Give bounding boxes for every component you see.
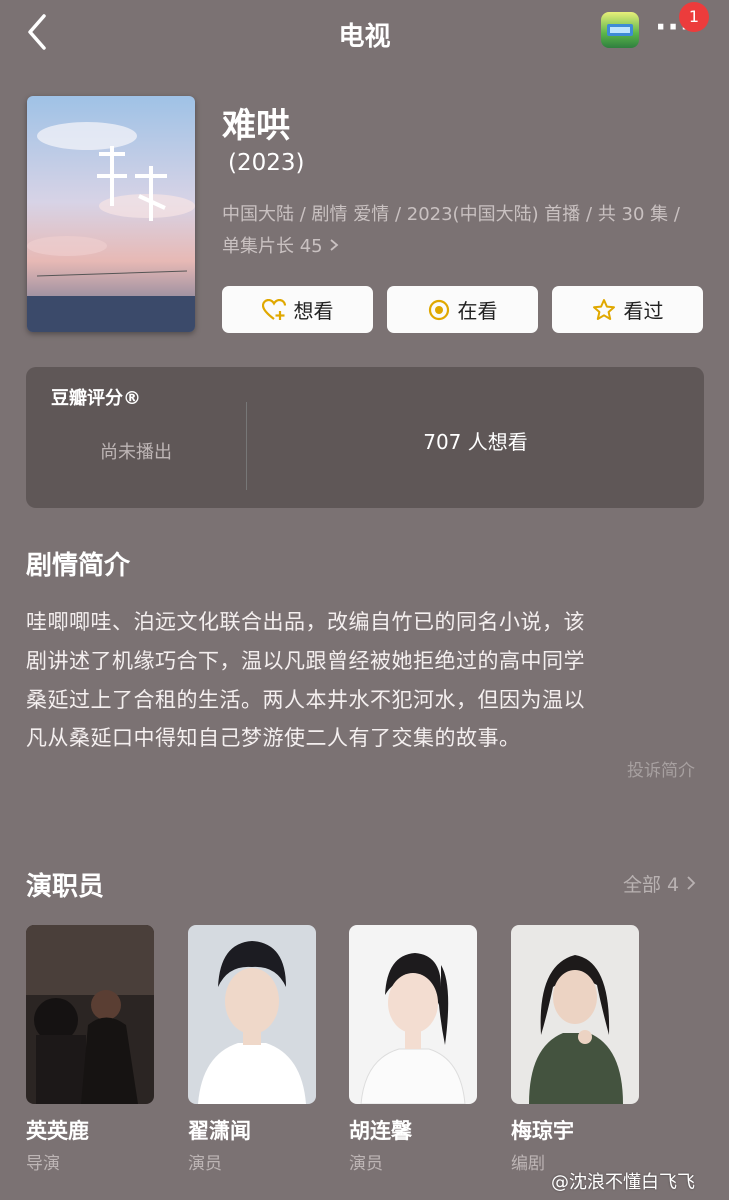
- synopsis-line: 剧讲述了机缘巧合下，温以凡跟曾经被她拒绝过的高中同学: [26, 649, 585, 673]
- cast-heading: 演职员: [26, 872, 105, 902]
- chevron-right-icon: [330, 239, 339, 251]
- cast-photo[interactable]: [26, 925, 154, 1104]
- star-icon: [592, 299, 615, 320]
- chevron-right-icon: [687, 876, 696, 890]
- watermark: @沈浪不懂白飞飞: [551, 1172, 695, 1193]
- synopsis-heading: 剧情简介: [26, 551, 131, 581]
- cast-photo[interactable]: [188, 925, 316, 1104]
- cast-name[interactable]: 英英鹿: [26, 1115, 89, 1145]
- cast-photo[interactable]: [511, 925, 639, 1104]
- want-count: 707 人想看: [423, 430, 528, 454]
- cast-role: 演员: [188, 1154, 222, 1174]
- show-title: 难哄: [222, 106, 290, 146]
- show-year: (2023): [228, 150, 305, 176]
- watching-label: 在看: [457, 299, 498, 323]
- synopsis-line: 桑延过上了合租的生活。两人本井水不犯河水，但因为温以: [26, 688, 585, 712]
- app-shortcut-icon[interactable]: [601, 12, 639, 48]
- watched-button[interactable]: 看过: [552, 286, 703, 333]
- cast-role: 演员: [349, 1154, 383, 1174]
- cast-name[interactable]: 胡连馨: [349, 1115, 412, 1145]
- show-meta: 中国大陆 / 剧情 爱情 / 2023(中国大陆) 首播 / 共 30 集 /: [222, 204, 680, 225]
- watched-label: 看过: [623, 299, 664, 323]
- poster-image[interactable]: [27, 96, 195, 332]
- show-episode-length[interactable]: 单集片长 45: [222, 232, 340, 258]
- want-to-watch-label: 想看: [293, 299, 334, 323]
- cast-all-link[interactable]: 全部 4: [623, 870, 697, 897]
- cast-photo[interactable]: [349, 925, 477, 1104]
- rating-status: 尚未播出: [100, 442, 172, 463]
- cast-name[interactable]: 翟潇闻: [188, 1115, 251, 1145]
- cast-all-label: 全部 4: [623, 874, 680, 896]
- notification-badge: 1: [679, 2, 709, 32]
- watching-button[interactable]: 在看: [387, 286, 538, 333]
- synopsis-line: 哇唧唧哇、泊远文化联合出品，改编自竹已的同名小说，该: [26, 610, 585, 634]
- want-to-watch-button[interactable]: 想看: [222, 286, 373, 333]
- cast-name[interactable]: 梅琼宇: [511, 1115, 574, 1145]
- cast-role: 导演: [26, 1154, 60, 1174]
- synopsis-line: 凡从桑延口中得知自己梦游使二人有了交集的故事。: [26, 726, 521, 750]
- rating-label: 豆瓣评分®: [51, 388, 141, 409]
- episode-length-text: 单集片长 45: [222, 236, 323, 257]
- target-icon: [428, 299, 449, 320]
- heart-plus-icon: [261, 298, 286, 320]
- cast-role: 编剧: [511, 1154, 545, 1174]
- report-synopsis-link[interactable]: 投诉简介: [627, 756, 695, 781]
